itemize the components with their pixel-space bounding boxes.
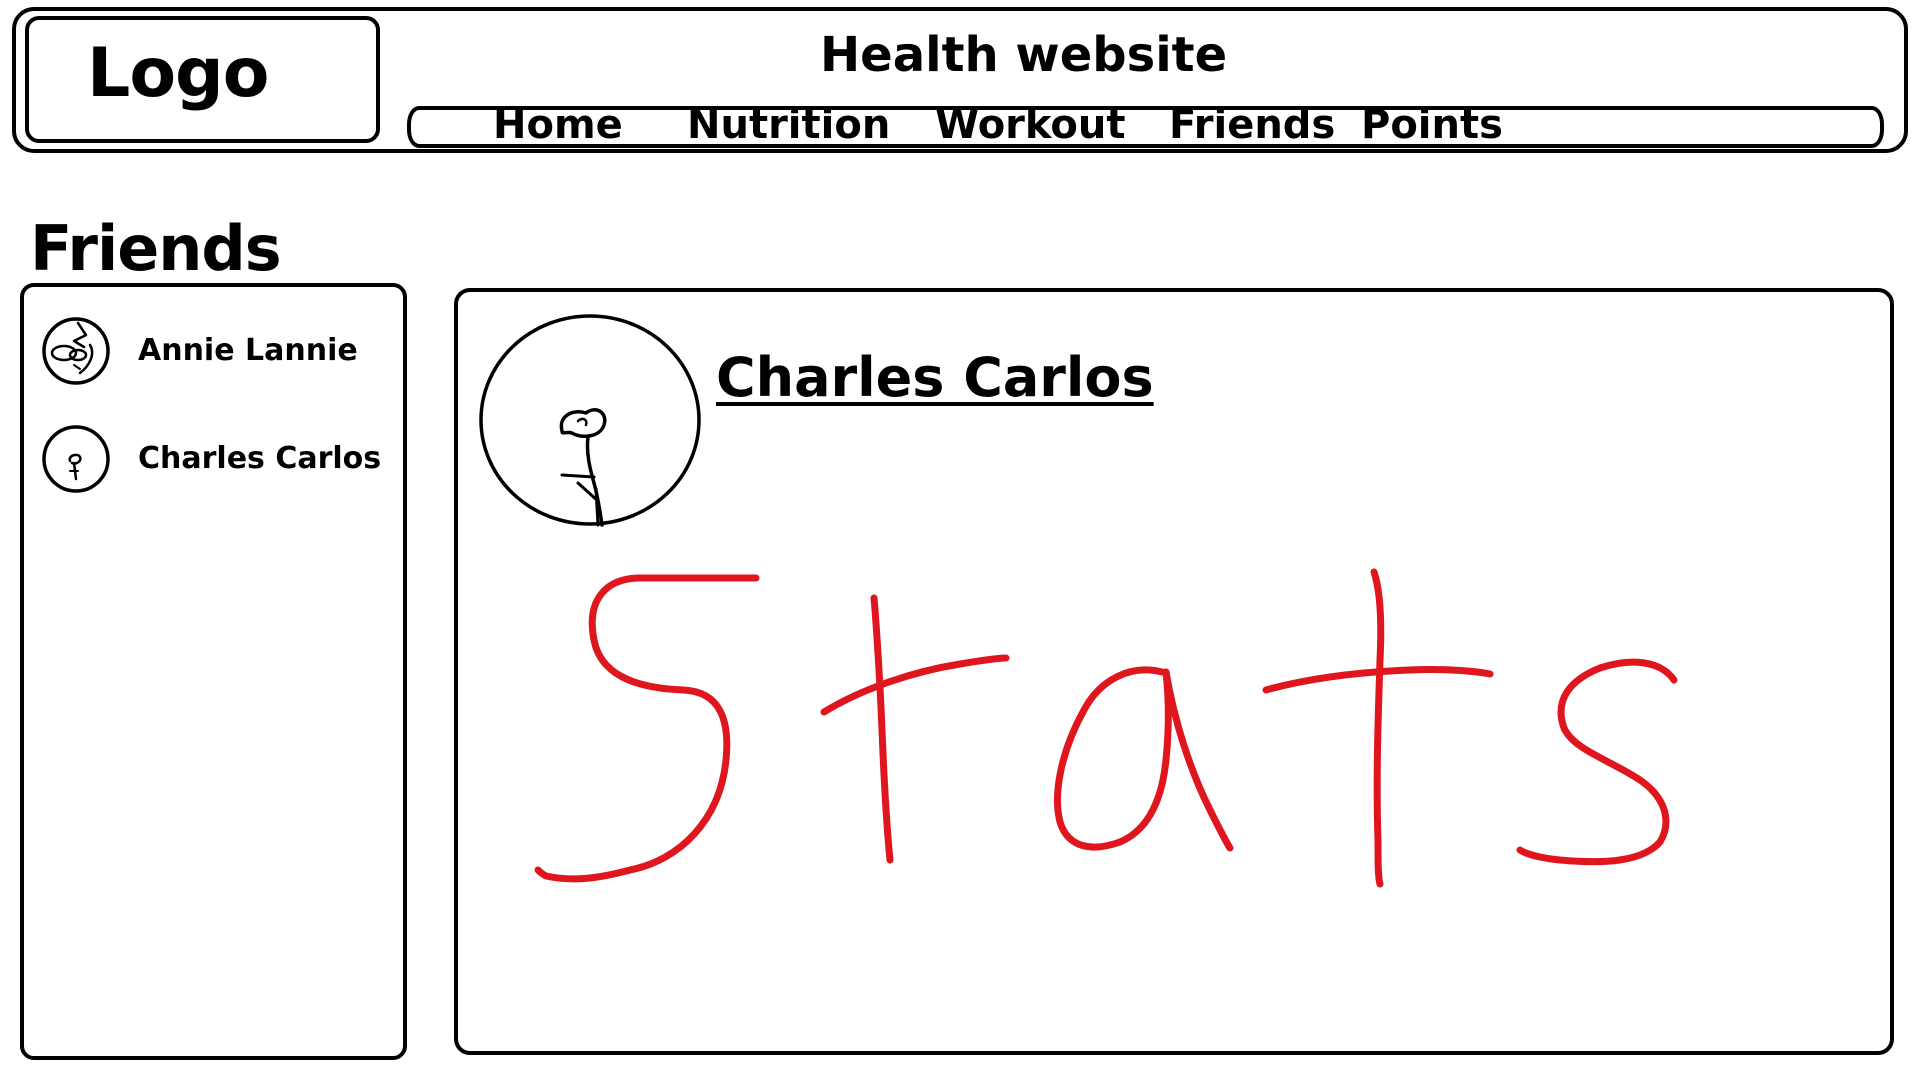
sketch-figure-avatar-icon — [42, 425, 110, 493]
logo-text: Logo — [87, 34, 269, 113]
nav-item-home[interactable]: Home — [493, 101, 623, 149]
sketch-face-avatar-icon — [42, 317, 110, 385]
nav-item-workout[interactable]: Workout — [935, 101, 1126, 149]
nav-item-friends[interactable]: Friends — [1169, 101, 1335, 149]
logo[interactable]: Logo — [25, 16, 380, 143]
nav-item-points[interactable]: Points — [1361, 101, 1503, 149]
profile-name-link[interactable]: Charles Carlos — [716, 346, 1154, 409]
friend-item-annie-lannie[interactable]: Annie Lannie — [40, 315, 400, 387]
friends-list-panel: Annie Lannie Charles Carlos — [20, 283, 407, 1060]
site-title: Health website — [820, 27, 1228, 83]
friends-heading: Friends — [30, 212, 282, 285]
friend-name: Annie Lannie — [138, 333, 358, 368]
friend-item-charles-carlos[interactable]: Charles Carlos — [40, 423, 400, 495]
sketch-stick-figure-avatar-icon — [479, 314, 701, 527]
stats-handwriting — [534, 568, 1678, 888]
nav-bar — [407, 106, 1884, 148]
stats-area: Stats — [520, 560, 1690, 900]
friend-name: Charles Carlos — [138, 441, 382, 476]
nav-item-nutrition[interactable]: Nutrition — [687, 101, 890, 149]
